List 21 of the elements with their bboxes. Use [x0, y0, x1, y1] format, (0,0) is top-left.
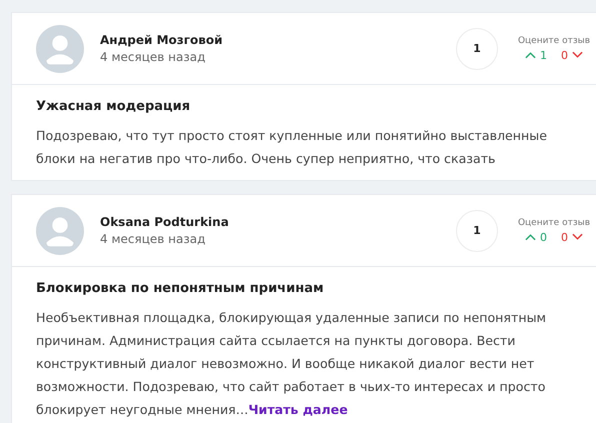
review-text: Подозреваю, что тут просто стоят купленные или понятийно выставленные блоки на негатив про что-либо. Очень супер неприятно, что сказать [36, 127, 548, 168]
down-chevron-icon [572, 51, 583, 59]
review-title: Блокировка по непонятным причинам [36, 281, 325, 296]
rate-label: Оцените отзыв [518, 36, 590, 46]
avatar-icon [36, 206, 84, 254]
up-chevron-icon [525, 51, 536, 59]
comment-count-button[interactable]: 1 [456, 210, 498, 252]
read-more-link[interactable]: Читать далее [248, 402, 348, 417]
review-time: 4 месяцев назад [100, 50, 206, 64]
up-chevron-icon [525, 233, 536, 241]
review-text: Необъективная площадка, блокирующая удаленные записи по непонятным причинам. Администрация сайта ссылается на пункты договора. Вести конструктивный диалог невозможно. И вообще никакой диалог вести нет возможности. Подозреваю, что сайт работает в чьих-то интересах и просто блокирует неугодные мнения…Читать далее [36, 309, 548, 419]
author-name[interactable]: Андрей Мозговой [100, 33, 456, 47]
author-name[interactable]: Oksana Podturkina [100, 215, 456, 229]
comment-count-button[interactable]: 1 [456, 28, 498, 70]
review-title: Ужасная модерация [36, 99, 192, 114]
rate-label: Оцените отзыв [518, 218, 590, 228]
dislike-button[interactable]: 0 [561, 230, 583, 244]
review-time: 4 месяцев назад [100, 232, 206, 246]
down-chevron-icon [572, 233, 583, 241]
dislike-button[interactable]: 0 [561, 48, 583, 62]
avatar-icon [36, 24, 84, 72]
